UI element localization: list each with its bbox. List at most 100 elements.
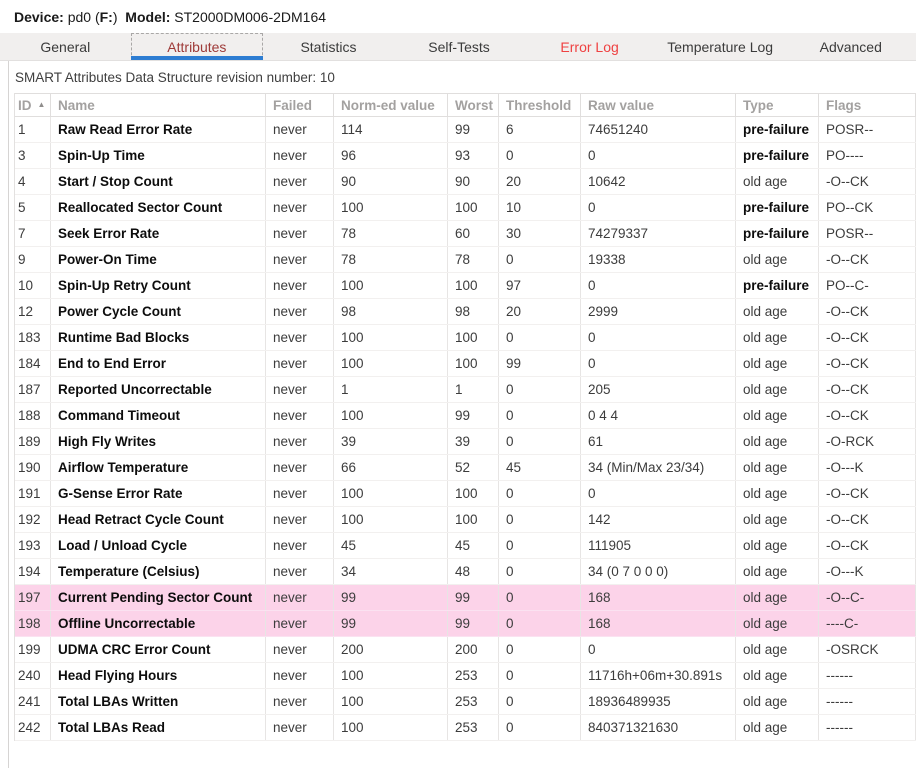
table-row[interactable]: 10Spin-Up Retry Countnever100100970pre-f… bbox=[15, 273, 916, 299]
cell-failed: never bbox=[266, 507, 334, 532]
cell-type: old age bbox=[736, 377, 819, 402]
cell-threshold: 0 bbox=[499, 143, 581, 168]
cell-flags: -O--C- bbox=[819, 585, 916, 610]
cell-threshold: 0 bbox=[499, 585, 581, 610]
cell-flags: -O---K bbox=[819, 559, 916, 584]
cell-name: G-Sense Error Rate bbox=[51, 481, 266, 506]
tab-statistics[interactable]: Statistics bbox=[263, 33, 394, 60]
table-row[interactable]: 242Total LBAs Readnever10025308403713216… bbox=[15, 715, 916, 741]
cell-id: 191 bbox=[15, 481, 51, 506]
cell-raw: 74651240 bbox=[581, 117, 736, 142]
cell-raw: 0 bbox=[581, 195, 736, 220]
cell-threshold: 99 bbox=[499, 351, 581, 376]
cell-raw: 0 bbox=[581, 273, 736, 298]
cell-id: 10 bbox=[15, 273, 51, 298]
table-row[interactable]: 240Head Flying Hoursnever100253011716h+0… bbox=[15, 663, 916, 689]
cell-worst: 52 bbox=[448, 455, 499, 480]
table-row[interactable]: 4Start / Stop Countnever90902010642old a… bbox=[15, 169, 916, 195]
cell-flags: -O--CK bbox=[819, 507, 916, 532]
column-header-raw-value[interactable]: Raw value bbox=[581, 94, 736, 116]
cell-id: 198 bbox=[15, 611, 51, 636]
table-row[interactable]: 190Airflow Temperaturenever66524534 (Min… bbox=[15, 455, 916, 481]
cell-type: old age bbox=[736, 299, 819, 324]
cell-flags: -O--CK bbox=[819, 403, 916, 428]
table-row[interactable]: 12Power Cycle Countnever9898202999old ag… bbox=[15, 299, 916, 325]
cell-worst: 100 bbox=[448, 351, 499, 376]
table-row[interactable]: 7Seek Error Ratenever78603074279337pre-f… bbox=[15, 221, 916, 247]
cell-flags: ------ bbox=[819, 663, 916, 688]
cell-raw: 34 (Min/Max 23/34) bbox=[581, 455, 736, 480]
cell-failed: never bbox=[266, 429, 334, 454]
device-label: Device: bbox=[14, 9, 64, 25]
cell-failed: never bbox=[266, 689, 334, 714]
table-row[interactable]: 187Reported Uncorrectablenever110205old … bbox=[15, 377, 916, 403]
table-row[interactable]: 183Runtime Bad Blocksnever10010000old ag… bbox=[15, 325, 916, 351]
cell-name: Command Timeout bbox=[51, 403, 266, 428]
table-row[interactable]: 241Total LBAs Writtennever10025301893648… bbox=[15, 689, 916, 715]
cell-name: Power Cycle Count bbox=[51, 299, 266, 324]
tab-error-log[interactable]: Error Log bbox=[524, 33, 655, 60]
cell-type: old age bbox=[736, 689, 819, 714]
table-row[interactable]: 188Command Timeoutnever1009900 4 4old ag… bbox=[15, 403, 916, 429]
table-row[interactable]: 193Load / Unload Cyclenever45450111905ol… bbox=[15, 533, 916, 559]
cell-name: Reported Uncorrectable bbox=[51, 377, 266, 402]
cell-type: old age bbox=[736, 507, 819, 532]
cell-worst: 253 bbox=[448, 689, 499, 714]
cell-value: 100 bbox=[334, 273, 448, 298]
cell-worst: 48 bbox=[448, 559, 499, 584]
cell-name: Offline Uncorrectable bbox=[51, 611, 266, 636]
cell-raw: 11716h+06m+30.891s bbox=[581, 663, 736, 688]
table-body: 1Raw Read Error Ratenever11499674651240p… bbox=[15, 117, 916, 741]
cell-flags: -O--CK bbox=[819, 533, 916, 558]
cell-raw: 142 bbox=[581, 507, 736, 532]
cell-name: Power-On Time bbox=[51, 247, 266, 272]
column-header-worst[interactable]: Worst bbox=[448, 94, 499, 116]
cell-value: 100 bbox=[334, 325, 448, 350]
column-header-flags[interactable]: Flags bbox=[819, 94, 916, 116]
table-row[interactable]: 1Raw Read Error Ratenever11499674651240p… bbox=[15, 117, 916, 143]
tab-temperature-log[interactable]: Temperature Log bbox=[655, 33, 786, 60]
table-row[interactable]: 5Reallocated Sector Countnever100100100p… bbox=[15, 195, 916, 221]
cell-threshold: 10 bbox=[499, 195, 581, 220]
cell-raw: 0 4 4 bbox=[581, 403, 736, 428]
cell-value: 200 bbox=[334, 637, 448, 662]
table-row[interactable]: 192Head Retract Cycle Countnever10010001… bbox=[15, 507, 916, 533]
cell-value: 99 bbox=[334, 585, 448, 610]
cell-threshold: 30 bbox=[499, 221, 581, 246]
column-header-failed[interactable]: Failed bbox=[266, 94, 334, 116]
cell-raw: 2999 bbox=[581, 299, 736, 324]
cell-id: 240 bbox=[15, 663, 51, 688]
tab-attributes[interactable]: Attributes bbox=[131, 33, 264, 60]
table-row[interactable]: 184End to End Errornever100100990old age… bbox=[15, 351, 916, 377]
cell-value: 100 bbox=[334, 507, 448, 532]
tab-advanced[interactable]: Advanced bbox=[785, 33, 916, 60]
cell-raw: 205 bbox=[581, 377, 736, 402]
cell-id: 187 bbox=[15, 377, 51, 402]
cell-failed: never bbox=[266, 143, 334, 168]
cell-type: old age bbox=[736, 351, 819, 376]
table-row[interactable]: 191G-Sense Error Ratenever10010000old ag… bbox=[15, 481, 916, 507]
cell-type: pre-failure bbox=[736, 273, 819, 298]
column-header-threshold[interactable]: Threshold bbox=[499, 94, 581, 116]
table-row[interactable]: 194Temperature (Celsius)never3448034 (0 … bbox=[15, 559, 916, 585]
table-row[interactable]: 3Spin-Up Timenever969300pre-failurePO---… bbox=[15, 143, 916, 169]
cell-flags: -O--CK bbox=[819, 377, 916, 402]
cell-flags: PO--CK bbox=[819, 195, 916, 220]
column-header-id[interactable]: ID ▲ bbox=[15, 94, 51, 116]
table-row[interactable]: 189High Fly Writesnever3939061old age-O-… bbox=[15, 429, 916, 455]
table-row[interactable]: 197Current Pending Sector Countnever9999… bbox=[15, 585, 916, 611]
cell-worst: 100 bbox=[448, 195, 499, 220]
cell-name: High Fly Writes bbox=[51, 429, 266, 454]
tab-self-tests[interactable]: Self-Tests bbox=[394, 33, 525, 60]
cell-flags: -O---K bbox=[819, 455, 916, 480]
cell-failed: never bbox=[266, 273, 334, 298]
column-header-type[interactable]: Type bbox=[736, 94, 819, 116]
table-row[interactable]: 9Power-On Timenever7878019338old age-O--… bbox=[15, 247, 916, 273]
tab-general[interactable]: General bbox=[0, 33, 131, 60]
column-header-name[interactable]: Name bbox=[51, 94, 266, 116]
table-row[interactable]: 199UDMA CRC Error Countnever20020000old … bbox=[15, 637, 916, 663]
cell-name: End to End Error bbox=[51, 351, 266, 376]
table-row[interactable]: 198Offline Uncorrectablenever99990168old… bbox=[15, 611, 916, 637]
column-header-normed-value[interactable]: Norm-ed value bbox=[334, 94, 448, 116]
cell-failed: never bbox=[266, 299, 334, 324]
